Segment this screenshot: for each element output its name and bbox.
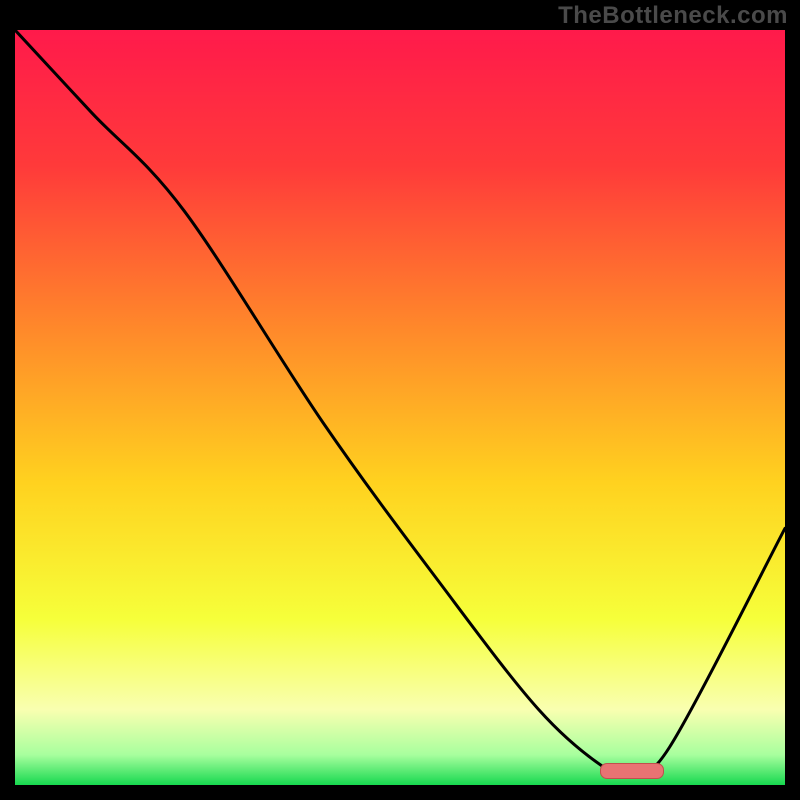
optimal-range-marker bbox=[600, 763, 664, 779]
chart-frame: TheBottleneck.com bbox=[0, 0, 800, 800]
bottleneck-chart bbox=[15, 30, 785, 785]
gradient-background bbox=[15, 30, 785, 785]
watermark-text: TheBottleneck.com bbox=[558, 2, 788, 30]
plot-area bbox=[15, 30, 785, 785]
